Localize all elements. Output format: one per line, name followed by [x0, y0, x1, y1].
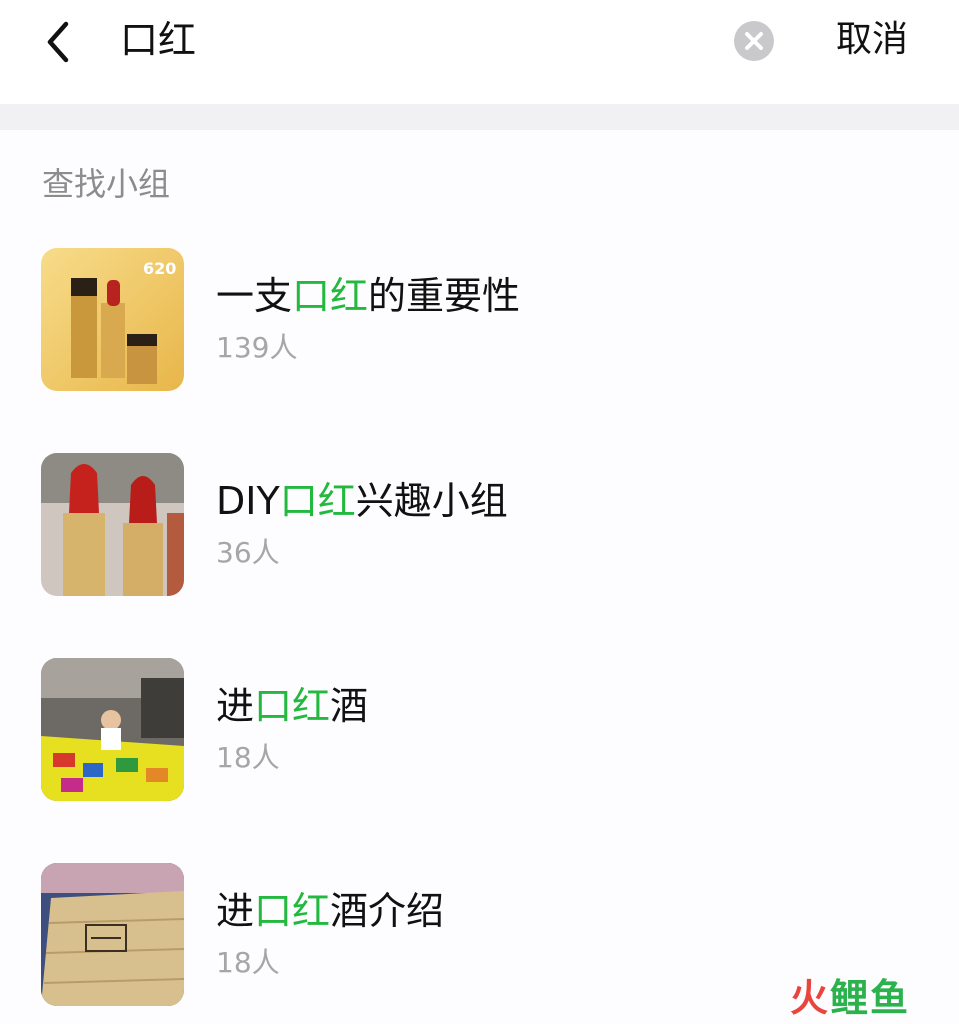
search-input[interactable]: 口红	[120, 16, 196, 64]
group-list-item[interactable]: 进口红酒 18人	[0, 658, 959, 808]
group-name: 进口红酒介绍	[216, 889, 445, 933]
member-count: 18人	[216, 946, 280, 979]
group-name: 进口红酒	[216, 684, 369, 728]
watermark-char: 鱼	[870, 976, 911, 1020]
clear-icon	[734, 21, 774, 61]
member-count: 139人	[216, 331, 298, 364]
back-button[interactable]	[36, 18, 84, 66]
watermark-text: 火鲤鱼	[790, 976, 910, 1020]
svg-text:620: 620	[143, 259, 176, 278]
section-title: 查找小组	[42, 165, 171, 203]
member-count: 36人	[216, 536, 280, 569]
clear-search-button[interactable]	[733, 20, 775, 62]
watermark-char: 鲤	[830, 976, 871, 1020]
wooden-box-image	[41, 863, 184, 1006]
search-results: 查找小组 620 一支口红的重要性 139人 DIY口红兴趣小组 36人 进口红…	[0, 130, 959, 1024]
group-name: 一支口红的重要性	[216, 274, 521, 318]
red-lipsticks-image	[41, 453, 184, 596]
search-header: 口红 取消	[0, 0, 959, 104]
lipstick-gold-box-image: 620	[41, 248, 184, 391]
group-name: DIY口红兴趣小组	[216, 479, 508, 523]
chevron-left-icon	[47, 21, 69, 63]
member-count: 18人	[216, 741, 280, 774]
watermark-logo: 火鲤鱼	[790, 976, 910, 1020]
watermark-char: 火	[790, 976, 831, 1020]
cancel-button[interactable]: 取消	[836, 16, 908, 64]
header-divider	[0, 104, 959, 130]
child-playroom-image	[41, 658, 184, 801]
group-list-item[interactable]: DIY口红兴趣小组 36人	[0, 453, 959, 603]
group-list-item[interactable]: 620 一支口红的重要性 139人	[0, 248, 959, 398]
